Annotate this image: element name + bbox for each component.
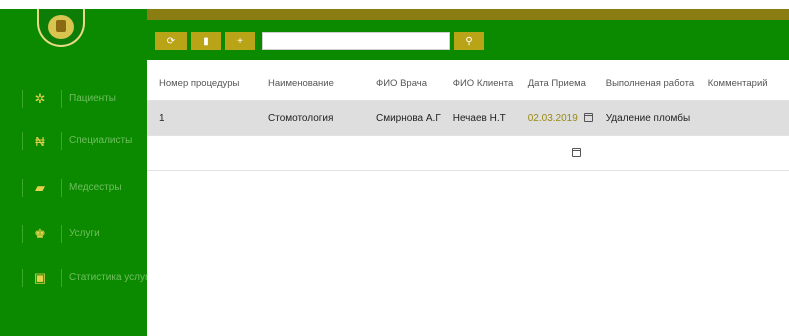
calendar-icon[interactable] (571, 148, 581, 158)
cell-doctor (364, 135, 441, 171)
column-header[interactable]: Выполненая работа (593, 66, 696, 101)
sidebar-item-label: Специалисты (69, 135, 133, 146)
cell-work: Удаление пломбы (593, 100, 696, 136)
sidebar-item-nurses[interactable]: ▰ Медсестры (0, 177, 147, 199)
refresh-icon: ⟳ (166, 35, 176, 47)
column-header[interactable]: Комментарий (695, 66, 789, 101)
cell-doctor: Смирнова А.Г (364, 100, 441, 136)
column-header[interactable]: Номер процедуры (147, 66, 256, 101)
sidebar-item-label: Пациенты (69, 93, 116, 104)
cell-name (256, 135, 364, 171)
hryvnia-icon: ₦ (35, 133, 45, 149)
column-header[interactable]: ФИО Клиента (440, 66, 516, 101)
cell-comment (695, 135, 789, 171)
table-header-row: Номер процедуры Наименование ФИО Врача Ф… (147, 66, 789, 101)
sidebar-item-services[interactable]: ♚ Услуги (0, 223, 147, 245)
cell-date: 02.03.2019 (515, 100, 594, 136)
gear-icon: ✲ (34, 91, 46, 106)
top-strip (0, 0, 789, 9)
sidebar-item-label: Медсестры (69, 182, 122, 193)
sidebar-item-label: Услуги (69, 228, 100, 239)
sidebar-item-statistics[interactable]: ▣ Статистика услуг (0, 267, 149, 289)
cell-client: Нечаев Н.Т (440, 100, 516, 136)
date-value: 02.03.2019 (527, 112, 578, 124)
cell-date (515, 135, 594, 171)
sidebar-item-specialists[interactable]: ₦ Специалисты (0, 130, 147, 152)
trash-icon: ▮ (203, 35, 209, 47)
cell-comment (695, 100, 789, 136)
sidebar-item-patients[interactable]: ✲ Пациенты (0, 88, 147, 110)
chart-icon: ▣ (33, 270, 47, 285)
sidebar: ✲ Пациенты ₦ Специалисты ▰ Медсестры ♚ У… (0, 9, 149, 336)
search-button[interactable]: ⚲ (454, 32, 484, 50)
cell-number: 1 (147, 100, 256, 136)
cell-work (593, 135, 696, 171)
procedures-table: Номер процедуры Наименование ФИО Врача Ф… (147, 66, 789, 171)
sidebar-item-label: Статистика услуг (69, 272, 149, 283)
search-input[interactable] (262, 32, 450, 50)
column-header[interactable]: Дата Приема (515, 66, 594, 101)
header-accent-bar (147, 9, 789, 20)
search-icon: ⚲ (465, 35, 473, 47)
cell-number (147, 135, 256, 171)
cell-name: Стомотология (256, 100, 364, 136)
crown-icon: ♚ (34, 226, 46, 241)
emblem-logo (37, 9, 85, 47)
column-header[interactable]: Наименование (256, 66, 364, 101)
calendar-icon[interactable] (583, 113, 593, 123)
table-row[interactable] (147, 135, 789, 171)
truck-icon: ▰ (35, 180, 45, 195)
cell-client (440, 135, 516, 171)
delete-button[interactable]: ▮ (191, 32, 221, 50)
column-header[interactable]: ФИО Врача (364, 66, 441, 101)
toolbar: ⟳ ▮ + ⚲ (147, 20, 789, 60)
refresh-button[interactable]: ⟳ (155, 32, 187, 50)
add-icon: + (237, 35, 243, 47)
table-row[interactable]: 1 Стомотология Смирнова А.Г Нечаев Н.Т 0… (147, 100, 789, 136)
add-button[interactable]: + (225, 32, 255, 50)
